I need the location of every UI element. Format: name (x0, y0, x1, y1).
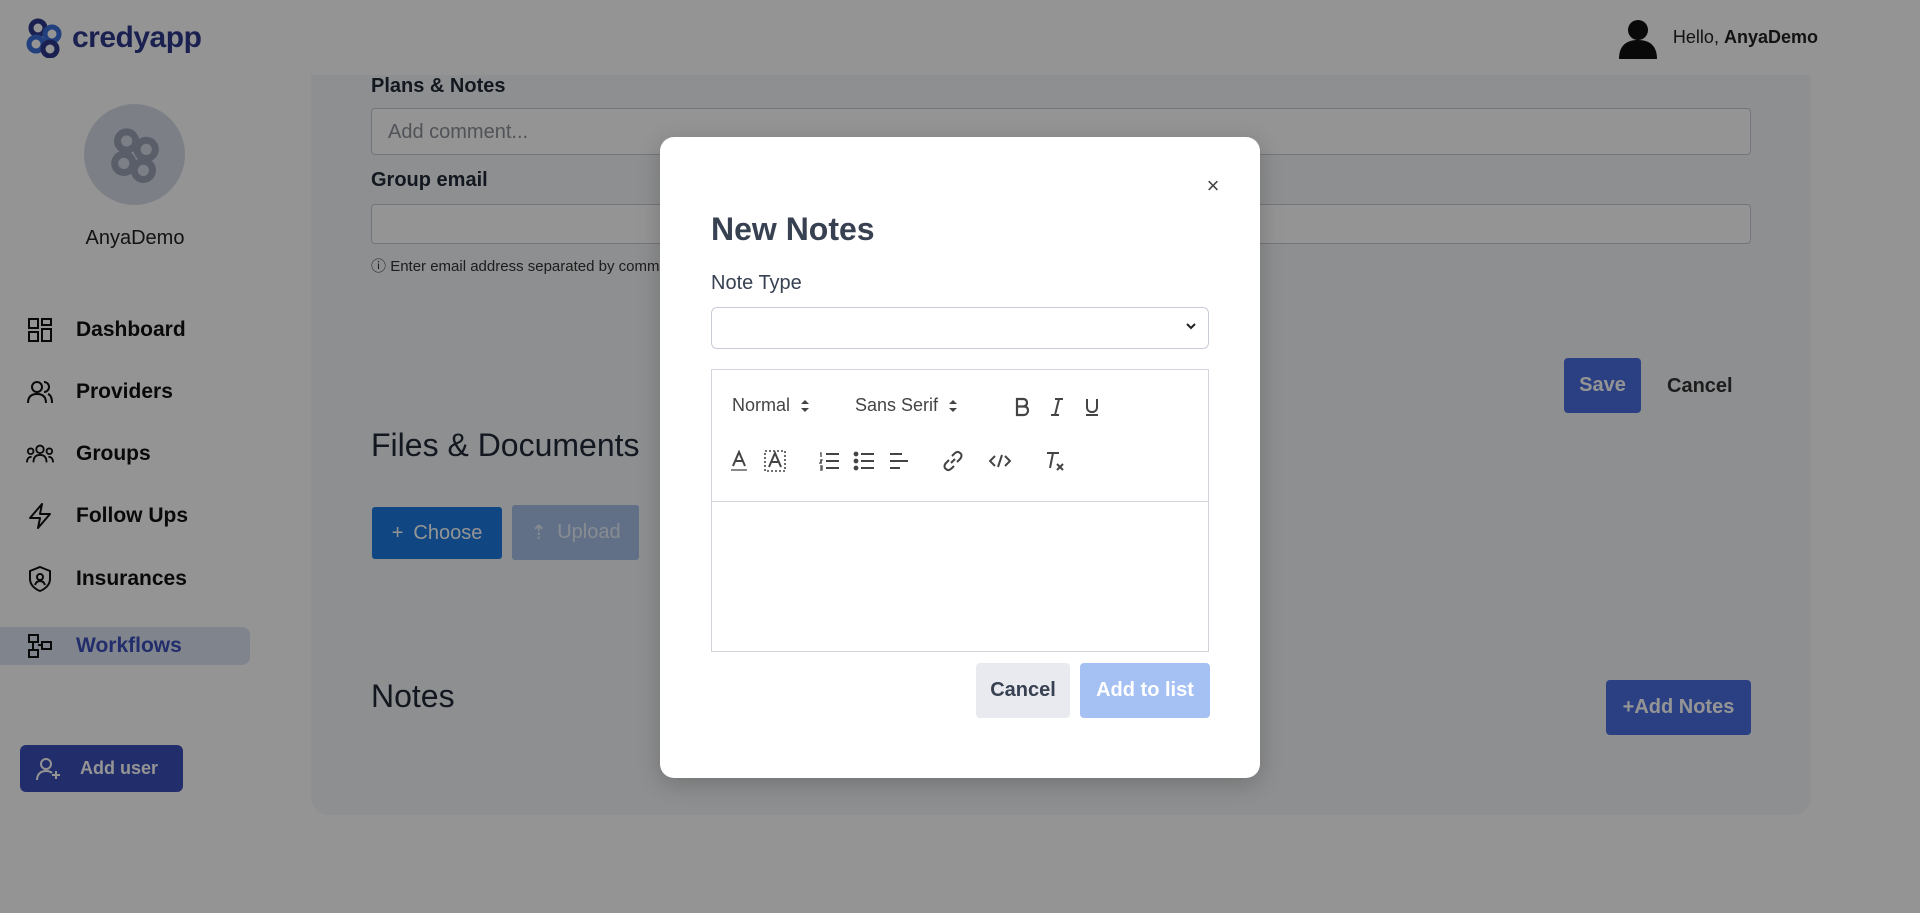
italic-icon[interactable] (1044, 394, 1070, 420)
background-color-icon[interactable] (762, 448, 788, 474)
align-icon[interactable] (886, 448, 912, 474)
bullet-list-icon[interactable] (851, 448, 877, 474)
code-icon[interactable] (987, 448, 1013, 474)
modal-cancel-button[interactable]: Cancel (976, 663, 1070, 718)
note-type-label: Note Type (711, 272, 802, 294)
font-picker[interactable]: Sans Serif (855, 395, 958, 416)
editor-content-area[interactable] (712, 503, 1208, 651)
toolbar-row-1: Normal Sans Serif (712, 392, 1208, 422)
add-to-list-button[interactable]: Add to list (1080, 663, 1210, 718)
new-notes-modal: × New Notes Note Type Normal Sans Serif (660, 137, 1260, 778)
toolbar-row-2 (712, 448, 1208, 478)
chevron-down-icon (1186, 323, 1196, 330)
editor-toolbar: Normal Sans Serif (712, 370, 1208, 502)
close-icon[interactable]: × (1200, 173, 1226, 199)
text-color-icon[interactable] (726, 448, 752, 474)
font-picker-value: Sans Serif (855, 395, 939, 415)
bold-icon[interactable] (1009, 394, 1035, 420)
clear-format-icon[interactable] (1042, 448, 1068, 474)
link-icon[interactable] (940, 448, 966, 474)
modal-title: New Notes (711, 211, 875, 247)
ordered-list-icon[interactable] (816, 448, 842, 474)
rich-text-editor: Normal Sans Serif (711, 369, 1209, 652)
header-picker-value: Normal (732, 395, 791, 415)
picker-arrows-icon (801, 399, 810, 412)
underline-icon[interactable] (1079, 394, 1105, 420)
picker-arrows-icon (949, 399, 958, 412)
note-type-select[interactable] (711, 307, 1209, 349)
header-picker[interactable]: Normal (732, 395, 810, 416)
